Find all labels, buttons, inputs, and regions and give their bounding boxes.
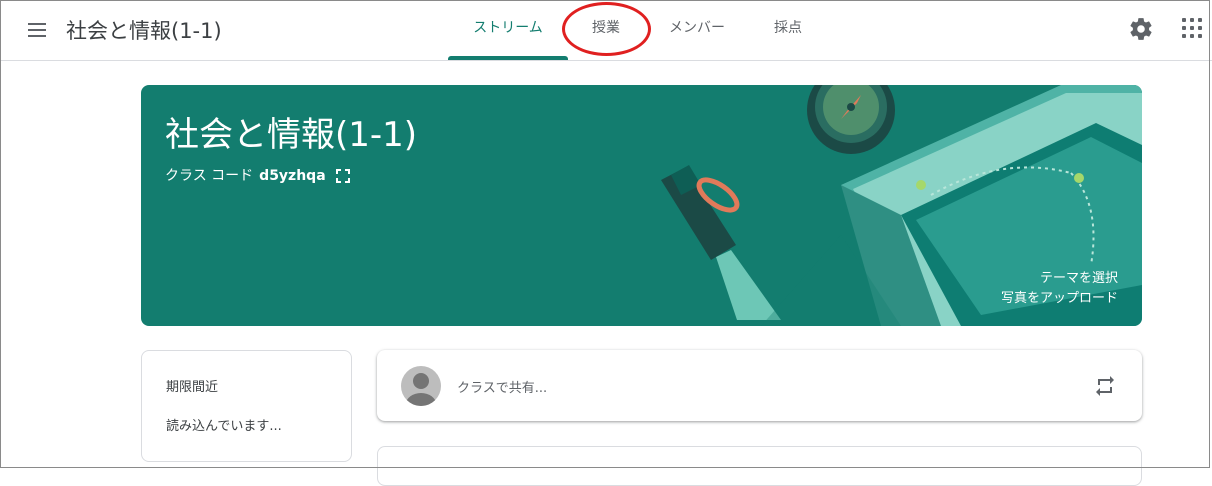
fullscreen-icon[interactable]: [336, 169, 351, 183]
banner-title: 社会と情報(1-1): [165, 115, 418, 155]
tab-grades[interactable]: 採点: [750, 0, 826, 60]
person-icon: [406, 373, 436, 406]
banner-actions: テーマを選択 写真をアップロード: [1001, 269, 1118, 309]
gear-icon[interactable]: [1128, 16, 1154, 42]
class-code-row: クラス コード d5yzhqa: [165, 165, 351, 185]
avatar: [401, 366, 441, 406]
tab-bar: ストリーム 授業 メンバー 採点: [448, 0, 826, 60]
repost-icon[interactable]: [1093, 374, 1117, 398]
class-banner: 社会と情報(1-1) クラス コード d5yzhqa テーマを選択 写真をアップロ…: [141, 85, 1142, 326]
class-code-value: d5yzhqa: [259, 168, 326, 184]
share-box[interactable]: クラスで共有...: [377, 350, 1142, 421]
share-input[interactable]: クラスで共有...: [457, 377, 547, 396]
upload-photo-link[interactable]: 写真をアップロード: [1001, 289, 1118, 309]
tab-people[interactable]: メンバー: [644, 0, 750, 60]
upcoming-title: 期限間近: [166, 380, 219, 395]
apps-icon[interactable]: [1182, 18, 1204, 40]
tab-classwork[interactable]: 授業: [568, 0, 644, 60]
top-bar: 社会と情報(1-1) ストリーム 授業 メンバー 採点: [0, 0, 1212, 61]
menu-icon[interactable]: [22, 14, 54, 46]
class-code-label: クラス コード: [165, 168, 254, 184]
select-theme-link[interactable]: テーマを選択: [1001, 269, 1118, 289]
stream-post-card: [377, 446, 1142, 486]
upcoming-card: 期限間近 読み込んでいます...: [141, 350, 352, 462]
tab-stream[interactable]: ストリーム: [448, 0, 568, 60]
upcoming-loading-text: 読み込んでいます...: [166, 419, 282, 434]
course-title: 社会と情報(1-1): [66, 19, 222, 43]
